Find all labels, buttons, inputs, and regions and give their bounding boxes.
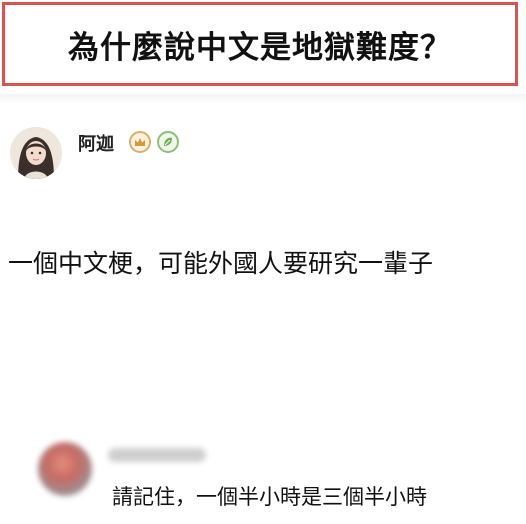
avatar-portrait-icon xyxy=(10,127,62,179)
page-title: 為什麼說中文是地獄難度？ xyxy=(68,29,452,66)
reply-avatar[interactable] xyxy=(38,442,92,496)
leaf-badge-icon xyxy=(157,131,179,153)
title-banner: 為什麼說中文是地獄難度？ xyxy=(2,2,518,86)
post-screenshot: 為什麼說中文是地獄難度？ 阿迦 一個中文梗，可能外國人要研究一輩子 請記住，一個… xyxy=(0,0,526,524)
reply-text: 請記住，一個半小時是三個半小時 xyxy=(112,485,427,509)
crown-badge-icon xyxy=(129,131,151,153)
reply-author-name-redacted xyxy=(108,448,206,462)
comment-text: 一個中文梗，可能外國人要研究一輩子 xyxy=(8,249,434,278)
divider xyxy=(0,94,526,104)
avatar[interactable] xyxy=(10,127,62,179)
comment-author-name[interactable]: 阿迦 xyxy=(78,130,114,156)
